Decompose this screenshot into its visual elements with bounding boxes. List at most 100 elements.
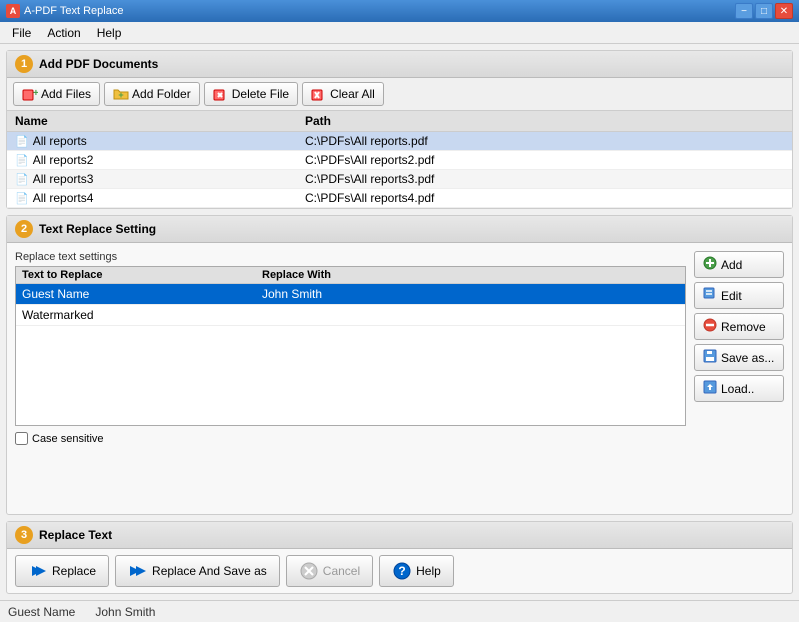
add-files-button[interactable]: + Add Files: [13, 82, 100, 106]
remove-replace-label: Remove: [721, 320, 766, 334]
edit-replace-button[interactable]: Edit: [694, 282, 784, 309]
main-content: 1 Add PDF Documents + Add Files + Add Fo…: [0, 44, 799, 600]
save-as-button[interactable]: Save as...: [694, 344, 784, 371]
add-folder-icon: +: [113, 86, 129, 102]
section2-number: 2: [15, 220, 33, 238]
edit-replace-icon: [703, 287, 717, 304]
clear-all-label: Clear All: [330, 87, 375, 101]
file-name: 📄All reports2: [15, 153, 305, 167]
section-replace-setting: 2 Text Replace Setting Replace text sett…: [6, 215, 793, 515]
save-as-icon: [703, 349, 717, 366]
replace-save-button[interactable]: Replace And Save as: [115, 555, 280, 587]
table-row[interactable]: 📄All reports2 C:\PDFs\All reports2.pdf: [7, 151, 792, 170]
file-name: 📄All reports4: [15, 191, 305, 205]
table-row[interactable]: 📄All reports3 C:\PDFs\All reports3.pdf: [7, 170, 792, 189]
svg-text:+: +: [118, 90, 123, 100]
status-bar: Guest Name John Smith: [0, 600, 799, 622]
status-text: Guest Name: [8, 605, 75, 619]
section2-title: Text Replace Setting: [39, 222, 156, 236]
replace-row[interactable]: Watermarked: [16, 305, 685, 326]
replace-col-text-header: Text to Replace: [22, 269, 262, 281]
menu-action[interactable]: Action: [39, 24, 88, 42]
replace-col-with-header: Replace With: [262, 269, 679, 281]
file-name: 📄All reports: [15, 134, 305, 148]
menu-help[interactable]: Help: [89, 24, 130, 42]
delete-file-label: Delete File: [232, 87, 289, 101]
add-replace-label: Add: [721, 258, 742, 272]
load-button[interactable]: Load..: [694, 375, 784, 402]
title-bar-left: A A-PDF Text Replace: [6, 4, 123, 18]
section3-title: Replace Text: [39, 528, 112, 542]
section3-number: 3: [15, 526, 33, 544]
case-sensitive-label: Case sensitive: [32, 433, 104, 445]
close-button[interactable]: ✕: [775, 3, 793, 19]
replace-button[interactable]: Replace: [15, 555, 109, 587]
file-name: 📄All reports3: [15, 172, 305, 186]
remove-replace-icon: [703, 318, 717, 335]
col-path-header: Path: [305, 114, 784, 128]
replace-sidebar-buttons: Add Edit Remove: [694, 251, 784, 445]
replace-text-cell: Guest Name: [22, 287, 262, 301]
file-list: Name Path 📄All reports C:\PDFs\All repor…: [7, 111, 792, 208]
save-as-label: Save as...: [721, 351, 774, 365]
section1-number: 1: [15, 55, 33, 73]
file-path: C:\PDFs\All reports3.pdf: [305, 172, 784, 186]
svg-text:?: ?: [398, 564, 405, 578]
add-files-label: Add Files: [41, 87, 91, 101]
replace-settings: Replace text settings Text to Replace Re…: [15, 251, 686, 445]
add-replace-icon: [703, 256, 717, 273]
table-row[interactable]: 📄All reports C:\PDFs\All reports.pdf: [7, 132, 792, 151]
replace-with-cell: John Smith: [262, 287, 679, 301]
maximize-button[interactable]: □: [755, 3, 773, 19]
replace-text-cell: Watermarked: [22, 308, 262, 322]
cancel-icon: [299, 561, 319, 581]
col-name-header: Name: [15, 114, 305, 128]
delete-file-button[interactable]: Delete File: [204, 82, 298, 106]
status-replace-value: John Smith: [95, 605, 155, 619]
case-sensitive-checkbox[interactable]: [15, 432, 28, 445]
file-path: C:\PDFs\All reports4.pdf: [305, 191, 784, 205]
file-list-header: Name Path: [7, 111, 792, 132]
menu-file[interactable]: File: [4, 24, 39, 42]
add-files-icon: +: [22, 86, 38, 102]
section2-body: Replace text settings Text to Replace Re…: [7, 243, 792, 453]
section3-header: 3 Replace Text: [7, 522, 792, 549]
replace-icon: [28, 561, 48, 581]
replace-label: Replace: [52, 564, 96, 578]
replace-row[interactable]: Guest Name John Smith: [16, 284, 685, 305]
section2-header: 2 Text Replace Setting: [7, 216, 792, 243]
clear-all-button[interactable]: Clear All: [302, 82, 384, 106]
file-path: C:\PDFs\All reports.pdf: [305, 134, 784, 148]
window-controls: − □ ✕: [735, 3, 793, 19]
app-icon: A: [6, 4, 20, 18]
replace-settings-label: Replace text settings: [15, 251, 686, 263]
add-replace-button[interactable]: Add: [694, 251, 784, 278]
file-path: C:\PDFs\All reports2.pdf: [305, 153, 784, 167]
svg-text:+: +: [33, 88, 38, 99]
remove-replace-button[interactable]: Remove: [694, 313, 784, 340]
cancel-label: Cancel: [323, 564, 360, 578]
replace-table-header: Text to Replace Replace With: [16, 267, 685, 284]
add-folder-button[interactable]: + Add Folder: [104, 82, 200, 106]
cancel-button[interactable]: Cancel: [286, 555, 373, 587]
load-icon: [703, 380, 717, 397]
menu-bar: File Action Help: [0, 22, 799, 44]
replace-table: Text to Replace Replace With Guest Name …: [15, 266, 686, 426]
replace-with-cell: [262, 308, 679, 322]
minimize-button[interactable]: −: [735, 3, 753, 19]
help-label: Help: [416, 564, 441, 578]
help-icon: ?: [392, 561, 412, 581]
add-folder-label: Add Folder: [132, 87, 191, 101]
help-button[interactable]: ? Help: [379, 555, 454, 587]
clear-all-icon: [311, 86, 327, 102]
delete-file-icon: [213, 86, 229, 102]
replace-save-label: Replace And Save as: [152, 564, 267, 578]
window-title: A-PDF Text Replace: [24, 5, 123, 17]
section-replace-text: 3 Replace Text Replace Replace And Save …: [6, 521, 793, 594]
edit-replace-label: Edit: [721, 289, 742, 303]
replace-save-icon: [128, 561, 148, 581]
section1-header: 1 Add PDF Documents: [7, 51, 792, 78]
section-add-pdf: 1 Add PDF Documents + Add Files + Add Fo…: [6, 50, 793, 209]
section3-body: Replace Replace And Save as Cancel ? Hel…: [7, 549, 792, 593]
table-row[interactable]: 📄All reports4 C:\PDFs\All reports4.pdf: [7, 189, 792, 208]
